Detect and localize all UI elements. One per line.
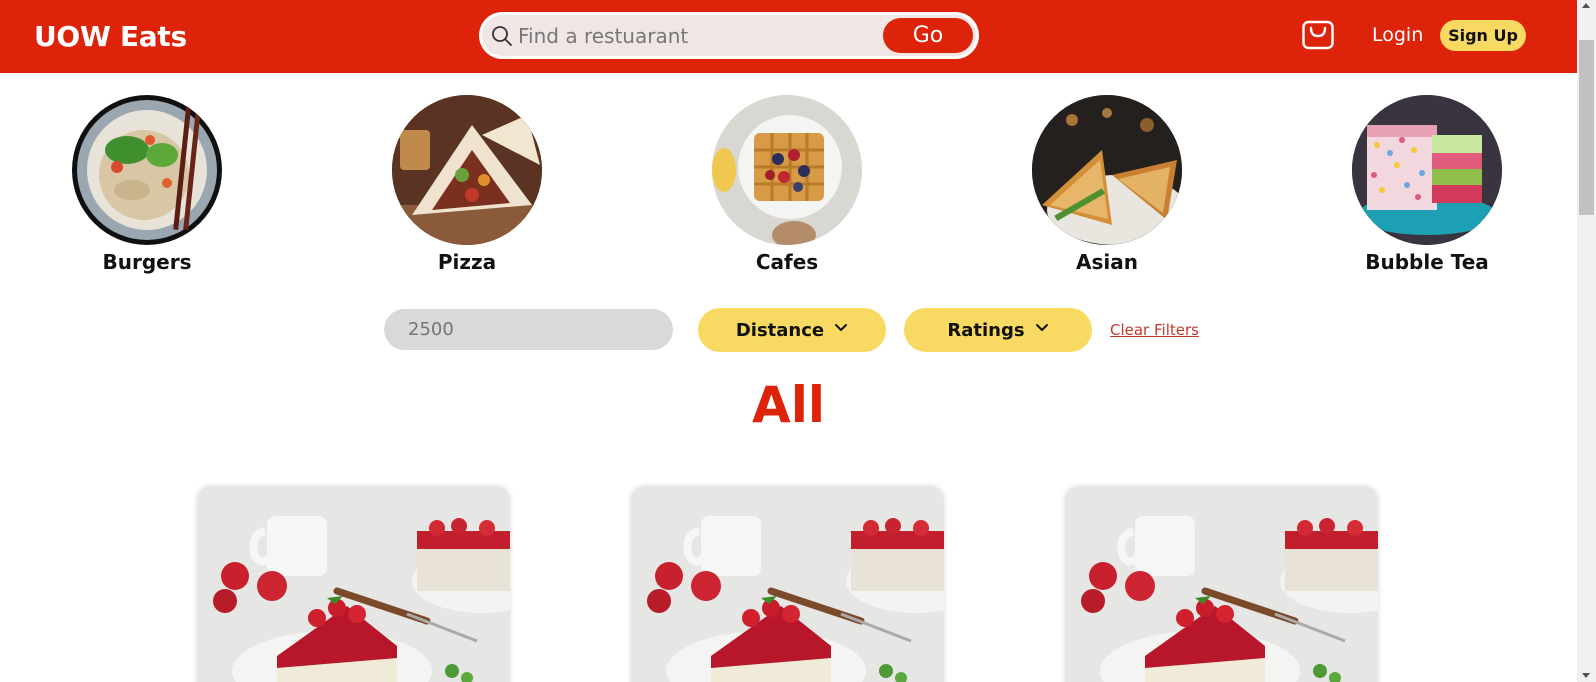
section-title: All <box>752 376 825 434</box>
scroll-down-arrow-icon[interactable] <box>1582 673 1590 678</box>
scroll-thumb[interactable] <box>1579 40 1594 215</box>
category-cafes[interactable]: Cafes <box>697 95 877 274</box>
category-burgers[interactable]: Burgers <box>57 95 237 274</box>
category-asian[interactable]: Asian <box>1017 95 1197 274</box>
strawberry-cheesecake-image <box>631 486 944 682</box>
category-label: Cafes <box>755 250 819 274</box>
search-inner: Go <box>482 15 976 56</box>
category-label: Pizza <box>437 250 497 274</box>
layer-cake-image <box>1352 95 1502 245</box>
restaurant-card[interactable] <box>631 486 944 682</box>
sign-up-button[interactable]: Sign Up <box>1440 20 1526 51</box>
search-bar: Go <box>479 12 979 59</box>
distance-label: Distance <box>735 319 825 341</box>
noodle-bowl-image <box>72 95 222 245</box>
distance-dropdown[interactable]: Distance <box>698 308 886 352</box>
scroll-up-arrow-icon[interactable] <box>1582 3 1590 8</box>
restaurant-card[interactable] <box>197 486 510 682</box>
waffle-image <box>712 95 862 245</box>
clear-filters-link[interactable]: Clear Filters <box>1110 321 1199 339</box>
shopping-bag-icon[interactable] <box>1301 14 1335 50</box>
category-pizza[interactable]: Pizza <box>377 95 557 274</box>
chevron-down-icon <box>1035 324 1048 331</box>
category-bubble-tea[interactable]: Bubble Tea <box>1337 95 1517 274</box>
restaurant-card[interactable] <box>1065 486 1378 682</box>
category-label: Burgers <box>102 250 192 274</box>
strawberry-cheesecake-image <box>197 486 510 682</box>
brand-logo[interactable]: UOW Eats <box>34 20 187 53</box>
sandwich-image <box>1032 95 1182 245</box>
chevron-down-icon <box>835 324 848 331</box>
top-nav-bar: UOW Eats Go Login Sign Up <box>0 0 1577 73</box>
ratings-label: Ratings <box>947 319 1025 341</box>
distance-input[interactable] <box>384 309 673 350</box>
search-input[interactable] <box>518 20 858 51</box>
category-label: Asian <box>1076 250 1138 274</box>
ratings-dropdown[interactable]: Ratings <box>904 308 1092 352</box>
category-label: Bubble Tea <box>1365 250 1489 274</box>
strawberry-cheesecake-image <box>1065 486 1378 682</box>
login-link[interactable]: Login <box>1372 24 1423 46</box>
go-button[interactable]: Go <box>883 18 973 53</box>
wrap-image <box>392 95 542 245</box>
search-icon <box>492 26 512 46</box>
vertical-scrollbar[interactable] <box>1577 0 1596 682</box>
